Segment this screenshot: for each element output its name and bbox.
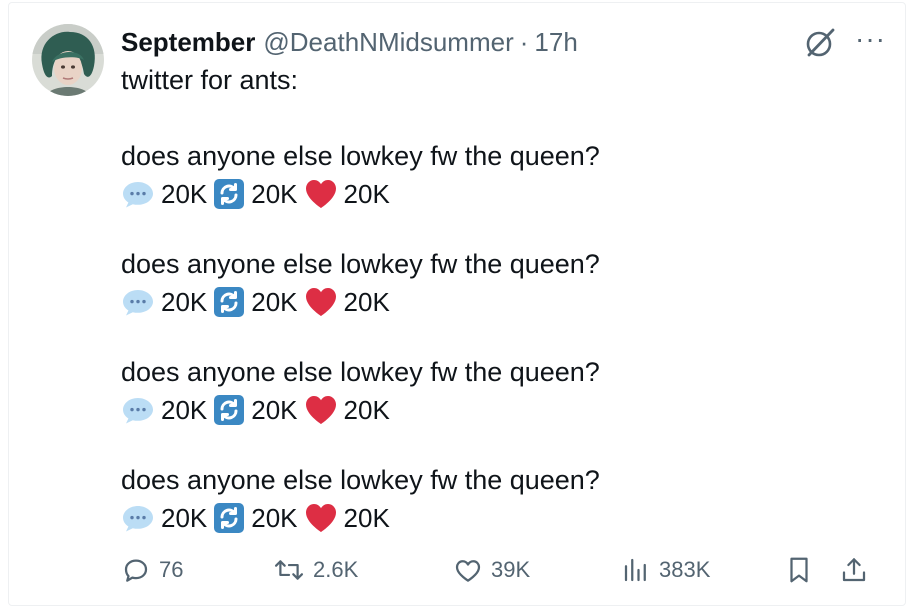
speech-balloon-emoji <box>121 503 155 533</box>
ant-retweet-count: 20K <box>251 503 298 533</box>
ant-like-count: 20K <box>343 287 390 317</box>
like-icon <box>455 560 481 582</box>
ant-retweet-count: 20K <box>251 179 298 209</box>
ant-tweet-text: does anyone else lowkey fw the queen? <box>121 465 600 495</box>
ant-reply-count: 20K <box>161 503 208 533</box>
speech-balloon-emoji <box>121 287 155 317</box>
speech-balloon-emoji <box>121 179 155 209</box>
ant-tweet-text: does anyone else lowkey fw the queen? <box>121 249 600 279</box>
ant-tweet-text: does anyone else lowkey fw the queen? <box>121 141 600 171</box>
ant-tweet-block: does anyone else lowkey fw the queen? 20K… <box>121 246 600 320</box>
red-heart-emoji <box>304 502 338 534</box>
views-count: 383K <box>659 557 711 582</box>
ant-reply-count: 20K <box>161 395 208 425</box>
more-icon[interactable]: ··· <box>855 25 886 53</box>
tweet-actions: 76 2.6K 39K 383K <box>121 552 886 588</box>
red-heart-emoji <box>304 394 338 426</box>
ant-retweet-count: 20K <box>251 395 298 425</box>
ant-tweet-text: does anyone else lowkey fw the queen? <box>121 357 600 387</box>
reply-icon <box>124 559 148 582</box>
ant-retweet-count: 20K <box>251 287 298 317</box>
reply-button[interactable]: 76 <box>121 555 183 585</box>
top-right-icons: ··· <box>803 25 886 60</box>
repeat-arrows-emoji <box>213 286 245 318</box>
ant-tweet-stats: 20K 20K 20K <box>121 500 600 536</box>
tweet-intro: twitter for ants: <box>121 65 299 95</box>
ant-like-count: 20K <box>343 179 390 209</box>
ant-tweet-block: does anyone else lowkey fw the queen? 20K… <box>121 462 600 536</box>
reply-count: 76 <box>159 557 184 582</box>
repeat-arrows-emoji <box>213 178 245 210</box>
avatar[interactable] <box>32 24 104 96</box>
ant-reply-count: 20K <box>161 287 208 317</box>
red-heart-emoji <box>304 178 338 210</box>
timestamp[interactable]: 17h <box>534 26 577 58</box>
share-button[interactable] <box>839 555 869 585</box>
ant-tweet-block: does anyone else lowkey fw the queen? 20K… <box>121 354 600 428</box>
repeat-arrows-emoji <box>213 394 245 426</box>
repost-count: 2.6K <box>313 557 359 582</box>
views-button[interactable]: 383K <box>621 555 710 585</box>
repost-button[interactable]: 2.6K <box>273 555 358 585</box>
ant-tweet-stats: 20K 20K 20K <box>121 284 600 320</box>
ant-reply-count: 20K <box>161 179 208 209</box>
ant-tweet-stats: 20K 20K 20K <box>121 392 600 428</box>
ant-tweet-block: does anyone else lowkey fw the queen? 20K… <box>121 138 600 212</box>
share-icon <box>842 558 866 582</box>
grok-icon[interactable] <box>803 26 837 60</box>
display-name[interactable]: September <box>121 26 255 58</box>
repeat-arrows-emoji <box>213 502 245 534</box>
like-button[interactable]: 39K <box>453 555 530 585</box>
repost-icon <box>274 560 304 580</box>
ant-like-count: 20K <box>343 503 390 533</box>
tweet-header: September @DeathNMidsummer · 17h <box>121 26 578 58</box>
red-heart-emoji <box>304 286 338 318</box>
views-icon <box>624 558 646 582</box>
ant-tweet-stats: 20K 20K 20K <box>121 176 600 212</box>
like-count: 39K <box>491 557 531 582</box>
bookmark-button[interactable] <box>785 555 813 585</box>
bookmark-icon <box>790 557 808 583</box>
ant-like-count: 20K <box>343 395 390 425</box>
speech-balloon-emoji <box>121 395 155 425</box>
header-separator: · <box>519 27 529 57</box>
user-handle[interactable]: @DeathNMidsummer <box>263 26 513 58</box>
